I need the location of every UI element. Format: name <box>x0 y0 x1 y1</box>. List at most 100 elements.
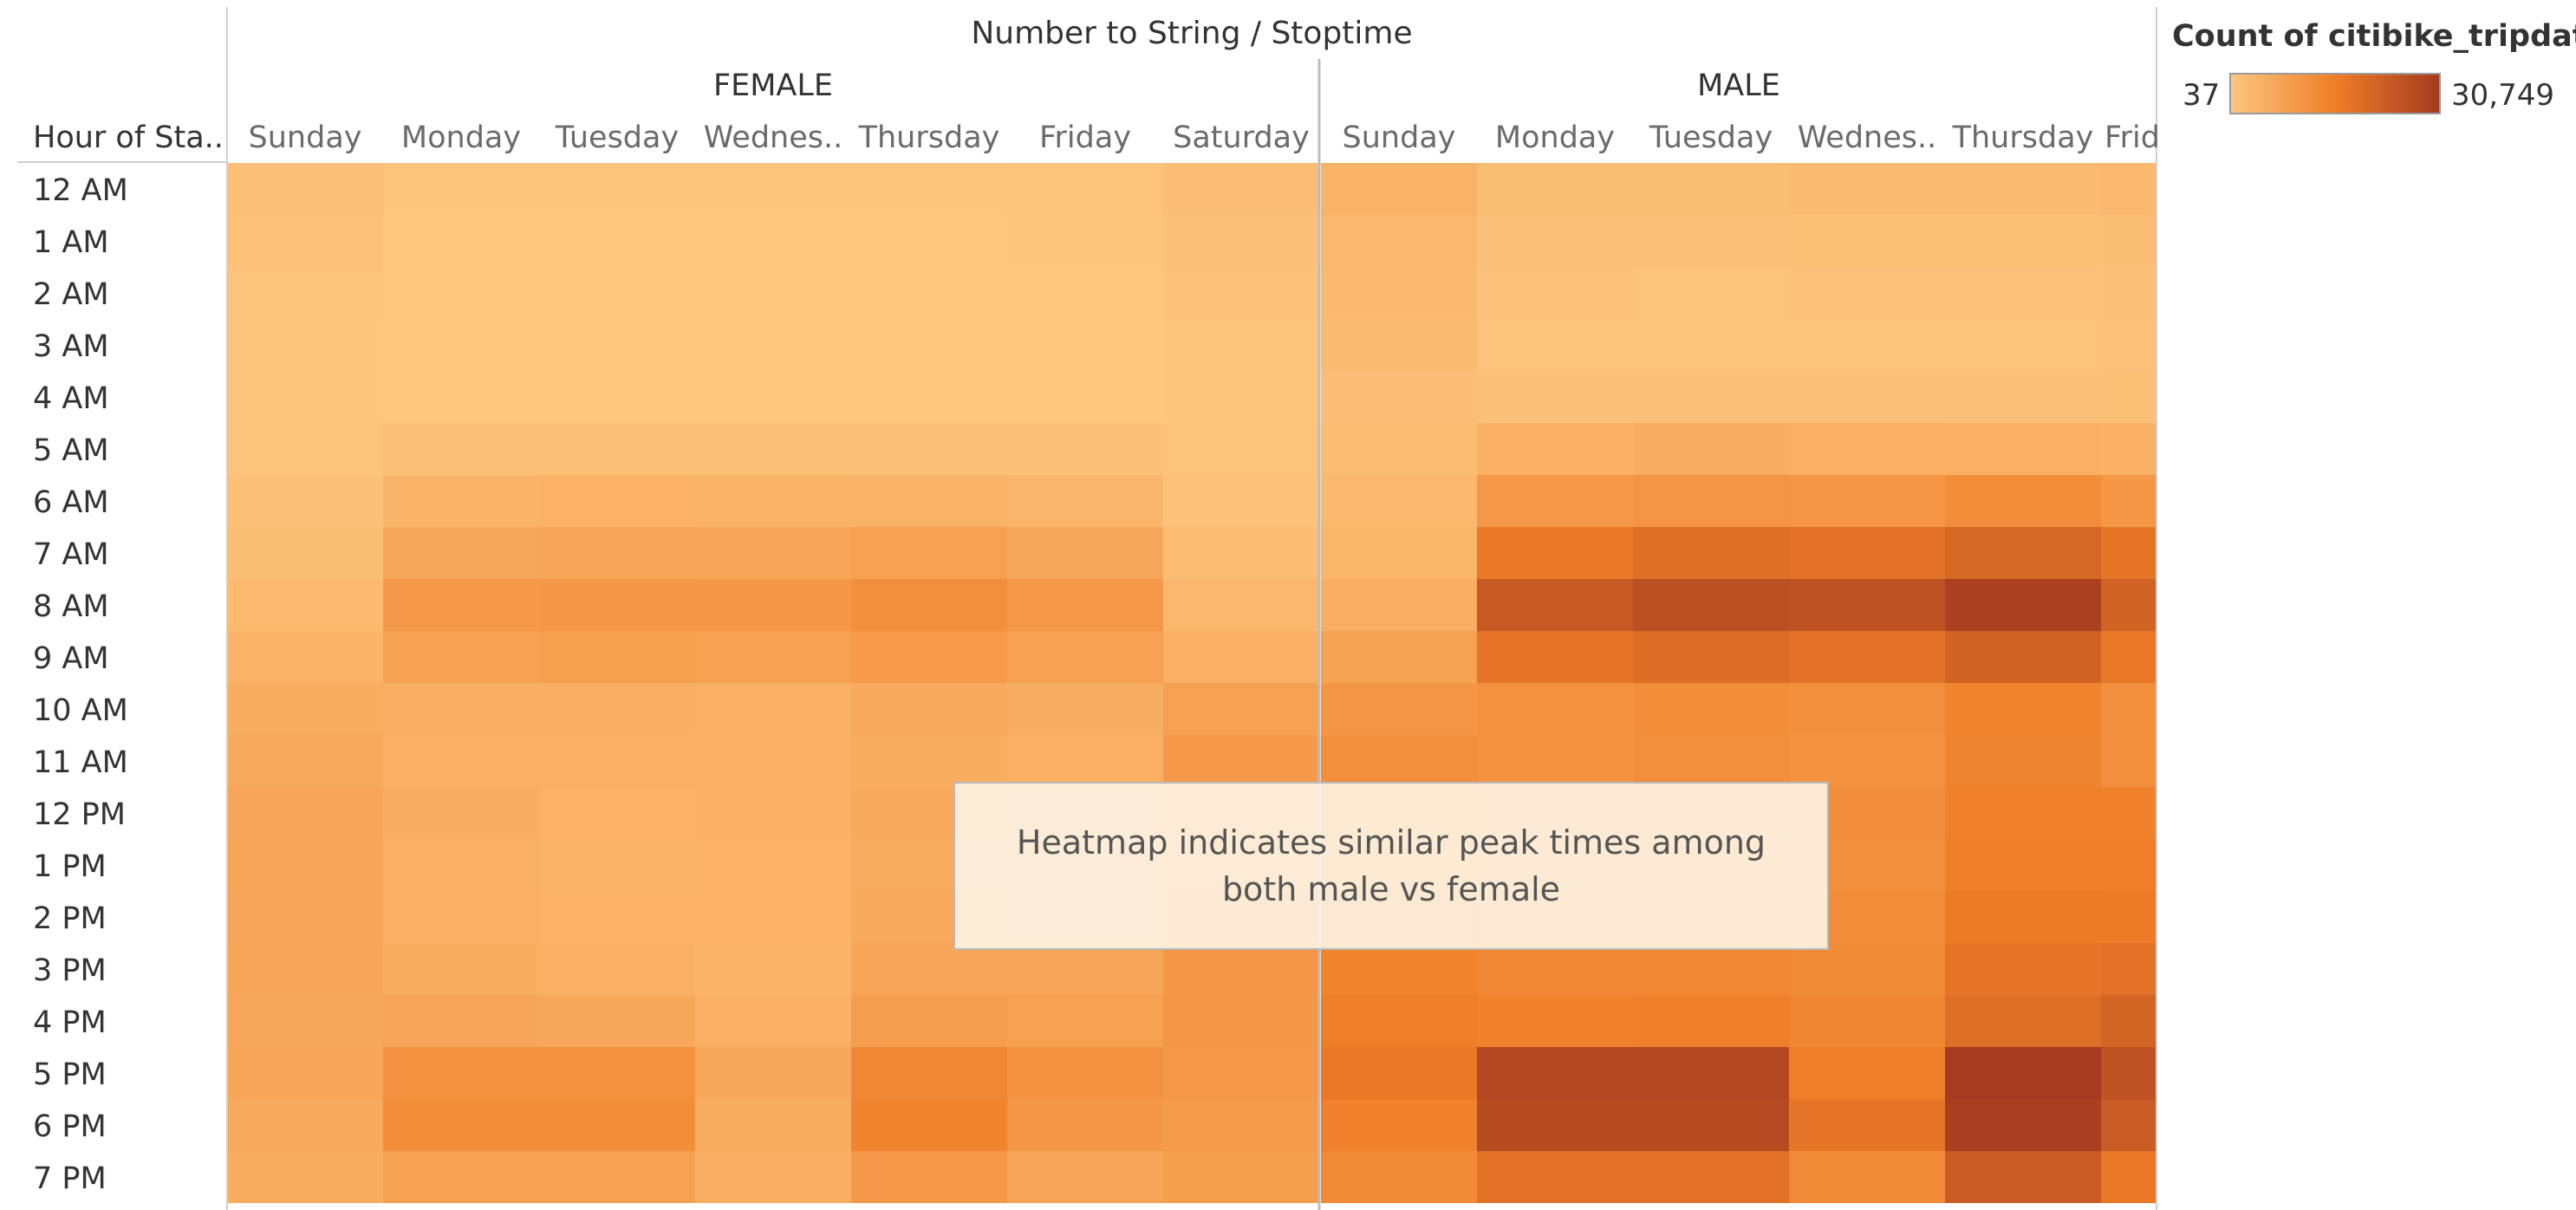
column-header: Frid <box>2104 120 2160 155</box>
heatmap-cell <box>383 475 539 527</box>
heatmap-cell <box>383 267 539 319</box>
heatmap-cell <box>1007 423 1163 475</box>
heatmap-cell <box>1163 163 1319 215</box>
annotation-box[interactable]: Heatmap indicates similar peak times amo… <box>953 782 1829 950</box>
heatmap-cell <box>1007 371 1163 423</box>
heatmap-cell <box>539 683 695 735</box>
heatmap-cell <box>1163 683 1319 735</box>
heatmap-cell <box>695 527 851 579</box>
heatmap-cell <box>2101 631 2156 683</box>
heatmap-cell <box>695 631 851 683</box>
row-label: 5 PM <box>33 1057 107 1092</box>
heatmap-cell <box>1163 423 1319 475</box>
heatmap-cell <box>539 319 695 371</box>
heatmap-cell <box>695 475 851 527</box>
heatmap-cell <box>227 267 383 319</box>
heatmap-cell <box>1477 631 1633 683</box>
heatmap-cell <box>383 839 539 891</box>
heatmap-cell <box>1789 527 1945 579</box>
heatmap-cell <box>1007 1047 1163 1099</box>
heatmap-cell <box>383 631 539 683</box>
heatmap-cell <box>851 163 1007 215</box>
row-label: 2 AM <box>33 277 109 312</box>
heatmap-cell <box>1633 267 1789 319</box>
heatmap-cell <box>695 995 851 1047</box>
heatmap-cell <box>383 891 539 943</box>
heatmap-cell <box>1945 683 2101 735</box>
column-header: Monday <box>1495 120 1615 155</box>
heatmap-cell <box>1477 527 1633 579</box>
heatmap-cell <box>2101 943 2156 995</box>
heatmap-cell <box>539 943 695 995</box>
heatmap-cell <box>1477 371 1633 423</box>
heatmap-cell <box>1633 943 1789 995</box>
heatmap-cell <box>539 527 695 579</box>
heatmap-cell <box>1945 995 2101 1047</box>
heatmap-cell <box>383 527 539 579</box>
heatmap-cell <box>1321 215 1477 267</box>
heatmap-cell <box>539 475 695 527</box>
heatmap-cell <box>539 215 695 267</box>
heatmap-cell <box>1321 579 1477 631</box>
heatmap-cell <box>1789 215 1945 267</box>
heatmap-cell <box>1321 267 1477 319</box>
heatmap-cell <box>1789 423 1945 475</box>
heatmap-cell <box>1945 839 2101 891</box>
heatmap-cell <box>539 423 695 475</box>
heatmap-cell <box>695 735 851 787</box>
heatmap-cell <box>1477 475 1633 527</box>
heatmap-cell <box>1007 163 1163 215</box>
heatmap-cell <box>227 527 383 579</box>
heatmap-cell <box>695 215 851 267</box>
heatmap-cell <box>1321 735 1477 787</box>
column-header: Friday <box>1039 120 1131 155</box>
row-label: 4 AM <box>33 381 109 416</box>
heatmap-cell <box>695 943 851 995</box>
heatmap-cell <box>695 579 851 631</box>
heatmap-cell <box>227 683 383 735</box>
column-header: Monday <box>401 120 521 155</box>
heatmap-cell <box>1945 735 2101 787</box>
row-label: 8 AM <box>33 589 109 624</box>
heatmap-cell <box>695 423 851 475</box>
heatmap-cell <box>227 995 383 1047</box>
heatmap-cell <box>1321 423 1477 475</box>
column-header: Saturday <box>1173 120 1310 155</box>
heatmap-cell <box>2101 1047 2156 1099</box>
heatmap-cell <box>383 787 539 839</box>
heatmap-cell <box>695 267 851 319</box>
heatmap-cell <box>1945 1047 2101 1099</box>
heatmap-cell <box>2101 215 2156 267</box>
heatmap-cell <box>1945 423 2101 475</box>
column-header: Thursday <box>858 120 1000 155</box>
row-label: 12 PM <box>33 797 126 832</box>
heatmap-cell <box>227 163 383 215</box>
heatmap-cell <box>1789 1151 1945 1203</box>
heatmap-cell <box>227 371 383 423</box>
heatmap-cell <box>851 527 1007 579</box>
heatmap-cell <box>1477 579 1633 631</box>
heatmap-cell <box>1945 319 2101 371</box>
heatmap-cell <box>1163 371 1319 423</box>
heatmap-cell <box>1163 579 1319 631</box>
heatmap-cell <box>695 1099 851 1151</box>
heatmap-cell <box>1633 631 1789 683</box>
row-label: 7 PM <box>33 1161 107 1196</box>
heatmap-cell <box>1163 735 1319 787</box>
heatmap-cell <box>1163 1047 1319 1099</box>
row-label: 7 AM <box>33 537 109 572</box>
heatmap-cell <box>2101 423 2156 475</box>
heatmap-cell <box>1163 319 1319 371</box>
heatmap-cell <box>1163 1099 1319 1151</box>
heatmap-cell <box>1007 319 1163 371</box>
row-label: 10 AM <box>33 693 128 728</box>
heatmap-cell <box>539 995 695 1047</box>
chart-title: Number to String / Stoptime <box>971 16 1412 51</box>
row-label: 2 PM <box>33 901 107 936</box>
row-label: 1 PM <box>33 849 107 884</box>
heatmap-cell <box>1789 735 1945 787</box>
row-label: 9 AM <box>33 641 109 676</box>
heatmap-cell <box>1321 371 1477 423</box>
heatmap-cell <box>383 423 539 475</box>
heatmap-cell <box>851 683 1007 735</box>
